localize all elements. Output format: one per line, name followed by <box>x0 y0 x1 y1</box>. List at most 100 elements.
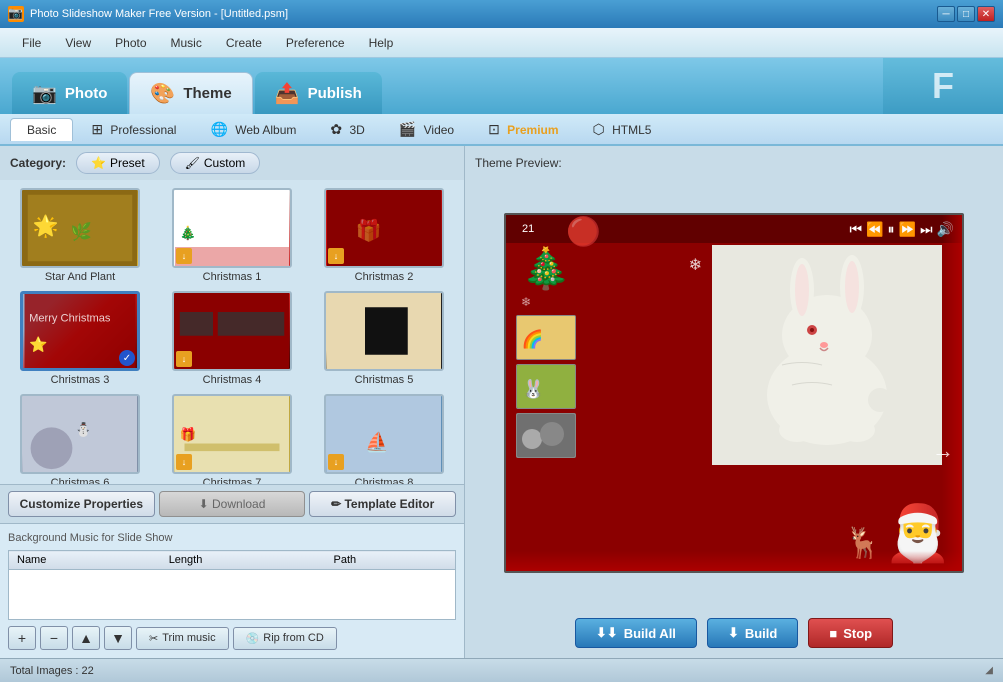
svg-text:⭐: ⭐ <box>29 336 47 354</box>
menu-view[interactable]: View <box>53 32 103 54</box>
small-photo-3 <box>516 413 576 458</box>
music-move-down-button[interactable]: ▼ <box>104 626 132 650</box>
app-title: Photo Slideshow Maker Free Version - [Un… <box>30 8 937 20</box>
resize-handle[interactable]: ◢ <box>985 665 993 676</box>
subtab-html5[interactable]: ⬡ HTML5 <box>577 117 668 142</box>
build-all-icon: ⬇⬇ <box>596 625 618 641</box>
build-button[interactable]: ⬇ Build <box>707 618 798 648</box>
preview-frame: 21 ⏮ ⏪ ⏸ ⏩ ⏭ 🔊 ← <box>475 178 993 608</box>
preview-label: Theme Preview: <box>475 156 993 170</box>
stop-label: Stop <box>843 626 872 641</box>
brush-icon: 🖌 <box>185 156 200 170</box>
theme-item-star-plant[interactable]: 🌟 🌿 Star And Plant <box>8 188 152 283</box>
theme-item-xmas8[interactable]: ⛵ ↓ Christmas 8 <box>312 394 456 484</box>
stop-button[interactable]: ■ Stop <box>808 618 893 648</box>
svg-text:🌿: 🌿 <box>71 222 92 242</box>
download-button[interactable]: ⬇ Download <box>159 491 306 517</box>
nav-next-frame-icon[interactable]: ⏩ <box>899 221 916 238</box>
trim-music-button[interactable]: ✂ Trim music <box>136 627 229 650</box>
star-icon: ⭐ <box>91 156 106 170</box>
subtab-professional[interactable]: ⊞ Professional <box>75 117 192 142</box>
theme-label-xmas5: Christmas 5 <box>355 374 414 386</box>
nav-play-icon[interactable]: ⏸ <box>888 221 895 238</box>
video-icon: 🎬 <box>399 121 416 137</box>
status-bar: Total Images : 22 ◢ <box>0 658 1003 682</box>
theme-item-xmas1[interactable]: 🎄 ↓ Christmas 1 <box>160 188 304 283</box>
small-photos: 🌈 🐰 <box>516 315 576 458</box>
theme-grid: 🌟 🌿 Star And Plant 🎄 <box>8 188 456 484</box>
svg-text:⛵: ⛵ <box>365 430 389 453</box>
3d-label: 3D <box>349 123 364 137</box>
download-badge-xmas1: ↓ <box>176 248 192 264</box>
christmas-balls-deco: 🔴 <box>566 215 601 248</box>
publish-tab-label: Publish <box>308 85 362 102</box>
theme-item-xmas5[interactable]: Christmas 5 <box>312 291 456 386</box>
music-col-length: Length <box>161 551 326 570</box>
music-col-name: Name <box>9 551 161 570</box>
build-all-button[interactable]: ⬇⬇ Build All <box>575 618 697 648</box>
theme-label-xmas3: Christmas 3 <box>51 374 110 386</box>
theme-item-xmas3[interactable]: Merry Christmas ⭐ ✓ Christmas 3 <box>8 291 152 386</box>
trim-label: Trim music <box>162 632 215 644</box>
publish-tab-icon: 📤 <box>275 81 300 106</box>
music-remove-button[interactable]: − <box>40 626 68 650</box>
subtab-video[interactable]: 🎬 Video <box>383 117 470 142</box>
menu-help[interactable]: Help <box>357 32 406 54</box>
svg-text:🎁: 🎁 <box>356 219 382 243</box>
rabbit-svg <box>712 245 942 465</box>
customize-properties-button[interactable]: Customize Properties <box>8 491 155 517</box>
stop-icon: ■ <box>829 626 837 641</box>
preset-tab[interactable]: ⭐ Preset <box>76 152 160 174</box>
right-panel: Theme Preview: 21 ⏮ ⏪ ⏸ ⏩ ⏭ 🔊 ← <box>465 146 1003 658</box>
subtab-3d[interactable]: ✿ 3D <box>314 117 380 142</box>
photo-tab-label: Photo <box>65 85 108 102</box>
music-col-path: Path <box>326 551 456 570</box>
restore-button[interactable]: □ <box>957 6 975 22</box>
subtab-premium[interactable]: ⊡ Premium <box>472 117 574 142</box>
music-move-up-button[interactable]: ▲ <box>72 626 100 650</box>
theme-thumb-xmas1: 🎄 ↓ <box>172 188 292 268</box>
svg-text:🎁: 🎁 <box>180 426 197 442</box>
theme-tab-icon: 🎨 <box>150 81 175 106</box>
menu-music[interactable]: Music <box>159 32 214 54</box>
theme-item-xmas6[interactable]: ⛄ Christmas 6 <box>8 394 152 484</box>
html5-label: HTML5 <box>612 123 651 137</box>
menu-create[interactable]: Create <box>214 32 274 54</box>
nav-next-icon[interactable]: ⏭ <box>920 221 933 238</box>
menu-file[interactable]: File <box>10 32 53 54</box>
action-buttons: Customize Properties ⬇ Download ✏ Templa… <box>0 484 464 523</box>
app-icon: 📷 <box>8 6 24 22</box>
svg-text:🌈: 🌈 <box>522 328 544 349</box>
web-album-label: Web Album <box>235 123 296 137</box>
music-add-button[interactable]: + <box>8 626 36 650</box>
tab-decoration: F <box>883 58 1003 114</box>
theme-label-xmas7: Christmas 7 <box>203 477 262 484</box>
tab-photo[interactable]: 📷 Photo <box>12 72 127 114</box>
subtab-web-album[interactable]: 🌐 Web Album <box>194 117 312 142</box>
tab-publish[interactable]: 📤 Publish <box>255 72 382 114</box>
rip-cd-button[interactable]: 💿 Rip from CD <box>233 627 337 650</box>
theme-thumb-xmas3: Merry Christmas ⭐ ✓ <box>20 291 140 371</box>
menu-preference[interactable]: Preference <box>274 32 357 54</box>
tab-theme[interactable]: 🎨 Theme <box>129 72 252 114</box>
theme-item-xmas2[interactable]: 🎁 ↓ Christmas 2 <box>312 188 456 283</box>
subtab-basic[interactable]: Basic <box>10 118 73 141</box>
music-empty-row <box>9 570 456 620</box>
title-bar: 📷 Photo Slideshow Maker Free Version - [… <box>0 0 1003 28</box>
rip-label: Rip from CD <box>263 632 324 644</box>
premium-label: Premium <box>507 123 558 137</box>
download-badge-xmas4: ↓ <box>176 351 192 367</box>
theme-thumb-xmas6: ⛄ <box>20 394 140 474</box>
custom-label: Custom <box>204 156 245 170</box>
build-icon: ⬇ <box>728 625 739 641</box>
custom-tab[interactable]: 🖌 Custom <box>170 152 261 174</box>
download-icon: ⬇ <box>199 497 209 511</box>
theme-item-xmas4[interactable]: ↓ Christmas 4 <box>160 291 304 386</box>
minimize-button[interactable]: ─ <box>937 6 955 22</box>
menu-photo[interactable]: Photo <box>103 32 158 54</box>
close-button[interactable]: ✕ <box>977 6 995 22</box>
nav-prev-icon[interactable]: ⏮ <box>849 221 862 238</box>
template-editor-button[interactable]: ✏ Template Editor <box>309 491 456 517</box>
nav-prev-frame-icon[interactable]: ⏪ <box>866 221 883 238</box>
theme-item-xmas7[interactable]: 🎁 ↓ Christmas 7 <box>160 394 304 484</box>
